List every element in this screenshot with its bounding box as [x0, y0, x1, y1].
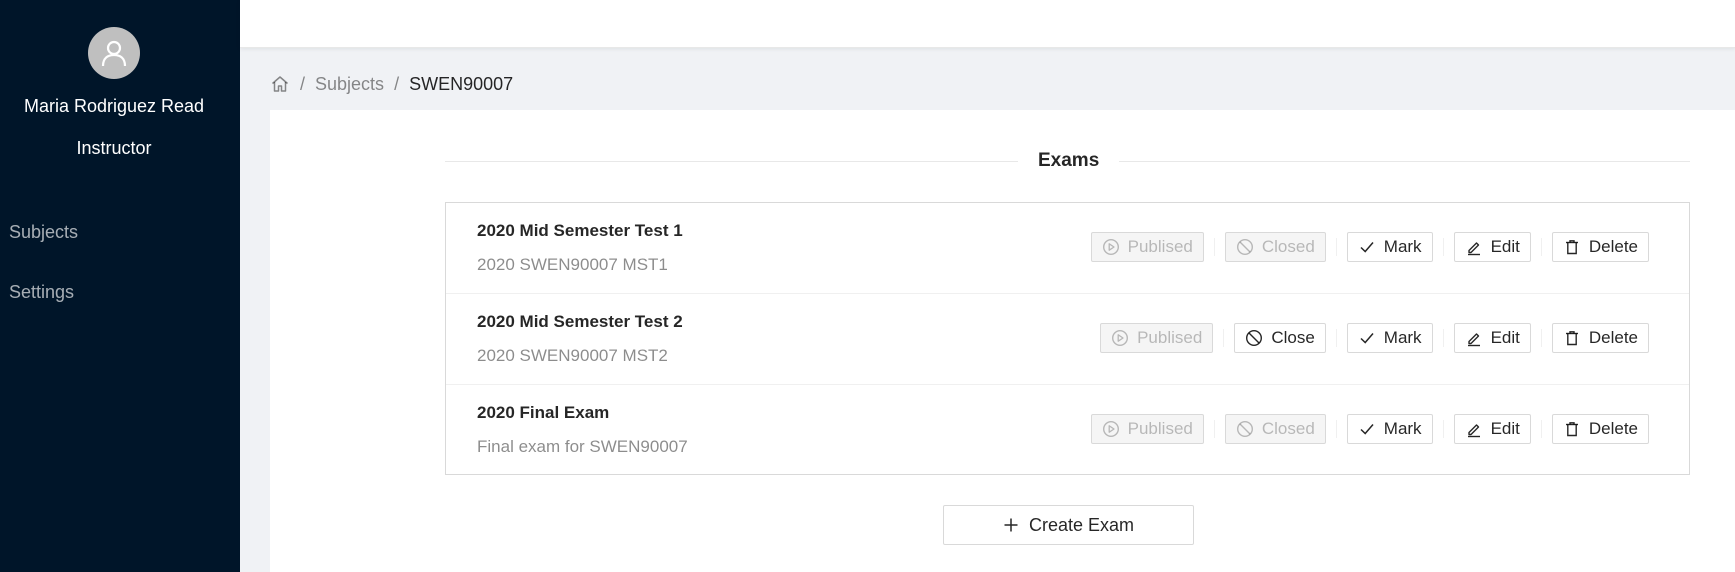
exam-actions: Publised Closed Mark Edit Delete — [1090, 232, 1649, 262]
action-divider — [1442, 420, 1444, 438]
mark-button-label: Mark — [1383, 419, 1422, 438]
publish-button-label: Publised — [1137, 328, 1203, 347]
breadcrumb: / Subjects / SWEN90007 — [270, 72, 513, 96]
create-exam-button-label: Create Exam — [1028, 514, 1135, 535]
delete-icon — [1565, 331, 1578, 346]
sidebar: Maria Rodriguez Read Instructor Subjects… — [0, 0, 240, 572]
action-divider — [1442, 238, 1444, 256]
exam-list: 2020 Mid Semester Test 1 2020 SWEN90007 … — [445, 202, 1690, 475]
delete-button-label: Delete — [1588, 419, 1638, 438]
delete-button[interactable]: Delete — [1551, 414, 1649, 444]
exam-description: 2020 SWEN90007 MST2 — [477, 346, 668, 365]
edit-button-label: Edit — [1490, 237, 1520, 256]
stop-icon — [1236, 238, 1253, 256]
close-button[interactable]: Closed — [1224, 414, 1326, 444]
mark-button[interactable]: Mark — [1346, 323, 1433, 353]
close-button-label: Close — [1271, 328, 1315, 347]
exam-row: 2020 Mid Semester Test 1 2020 SWEN90007 … — [446, 203, 1689, 294]
exam-title: 2020 Final Exam — [477, 403, 610, 422]
delete-button[interactable]: Delete — [1551, 232, 1649, 262]
user-role: Instructor — [76, 138, 152, 158]
edit-icon — [1467, 424, 1480, 438]
exam-row: 2020 Final Exam Final exam for SWEN90007… — [446, 385, 1689, 476]
close-button-label: Closed — [1261, 237, 1315, 256]
close-button[interactable]: Closed — [1224, 232, 1326, 262]
breadcrumb-subjects-link[interactable]: Subjects — [315, 74, 384, 95]
exam-row: 2020 Mid Semester Test 2 2020 SWEN90007 … — [446, 294, 1689, 385]
publish-button[interactable]: Publised — [1100, 323, 1214, 353]
sidebar-item-subjects[interactable]: Subjects — [9, 222, 78, 243]
publish-button-label: Publised — [1127, 419, 1193, 438]
edit-button[interactable]: Edit — [1453, 414, 1531, 444]
exam-actions: Publised Closed Mark Edit Delete — [1090, 414, 1649, 444]
edit-button[interactable]: Edit — [1453, 323, 1531, 353]
check-icon — [1360, 333, 1374, 344]
play-circle-icon — [1102, 238, 1119, 256]
exam-title: 2020 Mid Semester Test 2 — [477, 312, 683, 331]
action-divider — [1335, 420, 1337, 438]
publish-button-label: Publised — [1127, 237, 1193, 256]
sidebar-item-settings[interactable]: Settings — [9, 282, 74, 303]
action-divider — [1213, 420, 1215, 438]
delete-button[interactable]: Delete — [1551, 323, 1649, 353]
edit-button-label: Edit — [1490, 419, 1520, 438]
top-header — [240, 0, 1735, 48]
action-divider — [1442, 329, 1444, 347]
exam-title: 2020 Mid Semester Test 1 — [477, 221, 683, 240]
exam-description: 2020 SWEN90007 MST1 — [477, 255, 668, 274]
exam-actions: Publised Close Mark Edit Delete — [1100, 323, 1649, 353]
avatar[interactable] — [88, 27, 140, 79]
edit-button[interactable]: Edit — [1453, 232, 1531, 262]
publish-button[interactable]: Publised — [1090, 414, 1204, 444]
main-content: Exams 2020 Mid Semester Test 1 2020 SWEN… — [270, 110, 1735, 572]
edit-icon — [1467, 242, 1480, 256]
delete-button-label: Delete — [1588, 237, 1638, 256]
check-icon — [1360, 424, 1374, 435]
action-divider — [1335, 329, 1337, 347]
action-divider — [1213, 238, 1215, 256]
mark-button[interactable]: Mark — [1346, 232, 1433, 262]
mark-button[interactable]: Mark — [1346, 414, 1433, 444]
divider-line — [445, 160, 1018, 162]
breadcrumb-separator: / — [394, 73, 400, 94]
plus-icon — [1004, 518, 1018, 532]
delete-icon — [1565, 422, 1578, 437]
action-divider — [1540, 329, 1542, 347]
action-divider — [1335, 238, 1337, 256]
exam-description: Final exam for SWEN90007 — [477, 437, 688, 456]
action-divider — [1540, 238, 1542, 256]
check-icon — [1360, 242, 1374, 253]
close-button-label: Closed — [1261, 419, 1315, 438]
delete-icon — [1565, 240, 1578, 255]
edit-icon — [1467, 333, 1480, 347]
section-title: Exams — [1038, 150, 1100, 171]
action-divider — [1540, 420, 1542, 438]
delete-button-label: Delete — [1588, 328, 1638, 347]
stop-icon — [1246, 329, 1263, 347]
close-button[interactable]: Close — [1234, 323, 1326, 353]
stop-icon — [1236, 420, 1253, 438]
mark-button-label: Mark — [1383, 328, 1422, 347]
publish-button[interactable]: Publised — [1090, 232, 1204, 262]
mark-button-label: Mark — [1383, 237, 1422, 256]
breadcrumb-separator: / — [300, 73, 306, 94]
create-exam-button[interactable]: Create Exam — [943, 505, 1194, 545]
play-circle-icon — [1102, 420, 1119, 438]
breadcrumb-current: SWEN90007 — [409, 73, 514, 94]
edit-button-label: Edit — [1490, 328, 1520, 347]
action-divider — [1223, 329, 1225, 347]
user-name: Maria Rodriguez Read — [23, 96, 205, 116]
user-icon — [101, 40, 127, 67]
play-circle-icon — [1112, 329, 1129, 347]
divider-line — [1119, 160, 1690, 162]
section-divider: Exams — [445, 150, 1690, 172]
home-icon[interactable] — [270, 74, 290, 94]
